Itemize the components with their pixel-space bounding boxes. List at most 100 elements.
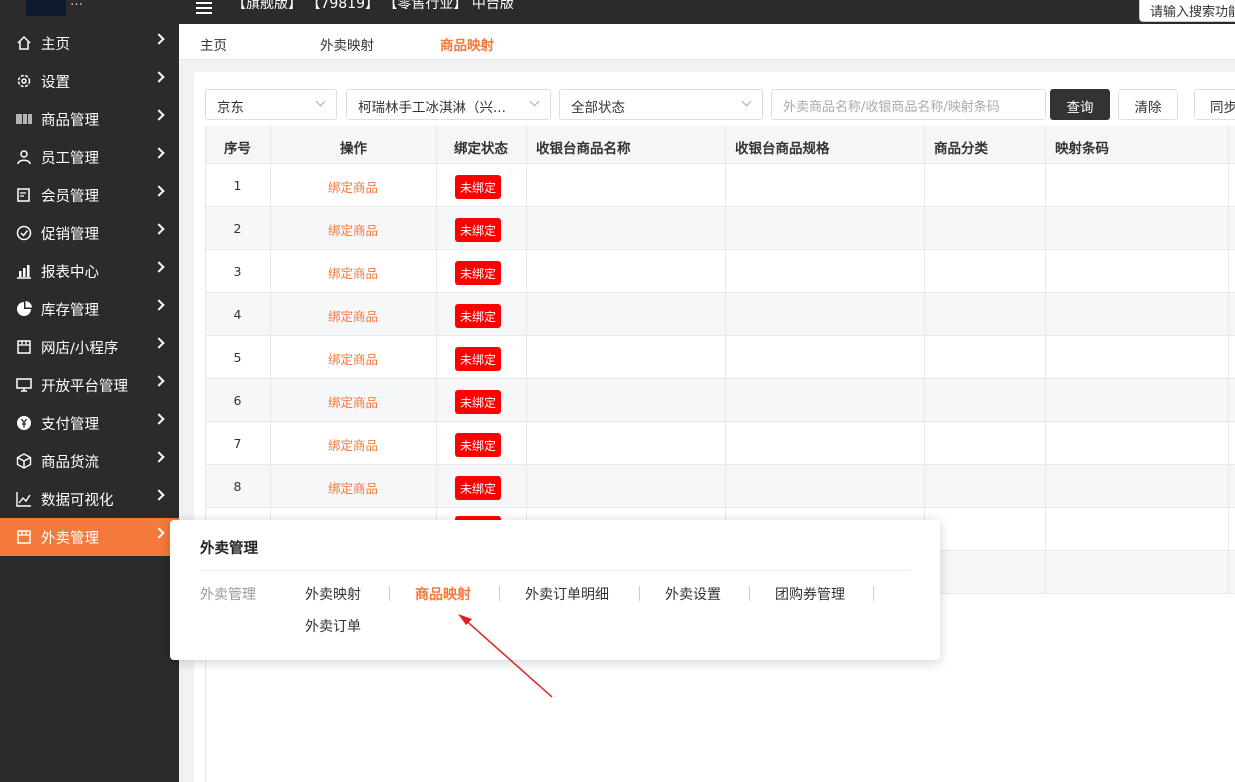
- submenu-takeaway-order-details[interactable]: 外卖订单明细: [525, 584, 609, 604]
- submenu-product-mapping[interactable]: 商品映射: [415, 584, 471, 604]
- bind-product-link[interactable]: 绑定商品: [270, 177, 436, 196]
- store-select[interactable]: 柯瑞林手工冰淇淋（兴...: [346, 89, 551, 120]
- yuan-icon: [16, 415, 32, 431]
- user-icon: [16, 149, 32, 165]
- bind-product-link[interactable]: 绑定商品: [270, 478, 436, 497]
- table-row: 5 绑定商品 未绑定: [205, 336, 1235, 379]
- link-separator: [499, 586, 500, 601]
- status-badge: 未绑定: [455, 218, 501, 242]
- clear-button[interactable]: 清除: [1118, 89, 1178, 120]
- sidebar-item-label: 报表中心: [41, 264, 99, 281]
- sidebar-item-label: 员工管理: [41, 150, 99, 167]
- submenu-takeaway-orders[interactable]: 外卖订单: [305, 616, 361, 636]
- sidebar-item-takeaway[interactable]: 外卖管理: [0, 518, 179, 556]
- platform-select-value: 京东: [217, 100, 244, 116]
- table-row: 8 绑定商品 未绑定: [205, 465, 1235, 508]
- bind-product-link[interactable]: 绑定商品: [270, 349, 436, 368]
- bar-chart-icon: [16, 263, 32, 279]
- sidebar-item-settings[interactable]: 设置: [0, 62, 179, 100]
- link-separator: [749, 586, 750, 601]
- link-separator: [389, 586, 390, 601]
- status-select-value: 全部状态: [571, 100, 625, 116]
- table-left-border: [205, 126, 206, 782]
- function-search-input[interactable]: 请输入搜索功能: [1139, 0, 1235, 22]
- status-select[interactable]: 全部状态: [559, 89, 763, 120]
- chevron-right-icon: [153, 33, 165, 45]
- check-circle-icon: [16, 225, 32, 241]
- sidebar-item-label: 支付管理: [41, 416, 99, 433]
- status-badge: 未绑定: [455, 304, 501, 328]
- table-row: 4 绑定商品 未绑定: [205, 293, 1235, 336]
- sidebar-item-label: 设置: [41, 74, 70, 91]
- status-badge: 未绑定: [455, 175, 501, 199]
- tab-takeaway-mapping[interactable]: 外卖映射: [320, 34, 374, 54]
- popup-category-label: 外卖管理: [200, 587, 256, 603]
- sidebar-item-payment[interactable]: 支付管理: [0, 404, 179, 442]
- sidebar-item-label: 商品货流: [41, 454, 99, 471]
- sync-button[interactable]: 同步: [1194, 89, 1235, 120]
- sidebar-item-promotions[interactable]: 促销管理: [0, 214, 179, 252]
- logo: [26, 0, 66, 16]
- sidebar-item-staff[interactable]: 员工管理: [0, 138, 179, 176]
- tab-product-mapping[interactable]: 商品映射: [440, 34, 494, 54]
- sidebar-item-label: 促销管理: [41, 226, 99, 243]
- shop-icon: [16, 339, 32, 355]
- row-number: 1: [233, 178, 242, 193]
- chevron-right-icon: [153, 337, 165, 349]
- bind-product-link[interactable]: 绑定商品: [270, 263, 436, 282]
- chevron-right-icon: [153, 261, 165, 273]
- hamburger-menu-icon[interactable]: [196, 2, 212, 14]
- sidebar-item-reports[interactable]: 报表中心: [0, 252, 179, 290]
- sidebar-item-data-visualization[interactable]: 数据可视化: [0, 480, 179, 518]
- pie-chart-icon: [16, 301, 32, 317]
- sidebar-item-label: 会员管理: [41, 188, 99, 205]
- chevron-right-icon: [153, 299, 165, 311]
- bind-product-link[interactable]: 绑定商品: [270, 306, 436, 325]
- sidebar: 主页 设置 商品管理 员工管理 会员管理 促销管理 报表中心 库存管理 网店/小: [0, 24, 179, 782]
- submenu-takeaway-settings[interactable]: 外卖设置: [665, 584, 721, 604]
- row-number: 8: [233, 479, 242, 494]
- gear-icon: [16, 73, 32, 89]
- row-number: 3: [233, 264, 242, 279]
- member-card-icon: [16, 187, 32, 203]
- chevron-right-icon: [153, 109, 165, 121]
- sidebar-item-inventory[interactable]: 库存管理: [0, 290, 179, 328]
- row-number: 6: [233, 393, 242, 408]
- chevron-right-icon: [153, 489, 165, 501]
- chevron-right-icon: [153, 375, 165, 387]
- submenu-takeaway-mapping[interactable]: 外卖映射: [305, 584, 361, 604]
- box-icon: [16, 453, 32, 469]
- table-row: 2 绑定商品 未绑定: [205, 207, 1235, 250]
- sidebar-item-online-store[interactable]: 网店/小程序: [0, 328, 179, 366]
- sidebar-item-open-platform[interactable]: 开放平台管理: [0, 366, 179, 404]
- column-divider: [1228, 126, 1229, 594]
- chevron-right-icon: [153, 413, 165, 425]
- sidebar-item-products[interactable]: 商品管理: [0, 100, 179, 138]
- platform-select[interactable]: 京东: [205, 89, 337, 120]
- chevron-right-icon: [153, 185, 165, 197]
- chevron-right-icon: [153, 147, 165, 159]
- row-number: 2: [233, 221, 242, 236]
- popup-divider: [200, 570, 910, 571]
- bind-product-link[interactable]: 绑定商品: [270, 435, 436, 454]
- header-pos-product-spec: 收银台商品规格: [735, 141, 830, 157]
- header-category: 商品分类: [934, 141, 988, 157]
- sidebar-item-home[interactable]: 主页: [0, 24, 179, 62]
- submenu-group-coupon-management[interactable]: 团购券管理: [775, 584, 845, 604]
- top-bar: … 【旗舰版】 【79819】 【零售行业】 中台版 请输入搜索功能: [0, 0, 1235, 24]
- row-number: 7: [233, 436, 242, 451]
- home-icon: [16, 35, 32, 51]
- bind-product-link[interactable]: 绑定商品: [270, 220, 436, 239]
- bind-product-link[interactable]: 绑定商品: [270, 392, 436, 411]
- query-button[interactable]: 查询: [1050, 89, 1110, 120]
- header-bind-status: 绑定状态: [454, 141, 508, 157]
- sidebar-item-label: 网店/小程序: [41, 340, 119, 357]
- tab-home[interactable]: 主页: [200, 34, 227, 54]
- status-badge: 未绑定: [455, 261, 501, 285]
- sidebar-item-label: 商品管理: [41, 112, 99, 129]
- header-mapping-barcode: 映射条码: [1055, 141, 1109, 157]
- search-input[interactable]: 外卖商品名称/收银商品名称/映射条码: [771, 89, 1046, 120]
- sidebar-item-members[interactable]: 会员管理: [0, 176, 179, 214]
- brand-text: …: [70, 0, 83, 9]
- sidebar-item-product-flow[interactable]: 商品货流: [0, 442, 179, 480]
